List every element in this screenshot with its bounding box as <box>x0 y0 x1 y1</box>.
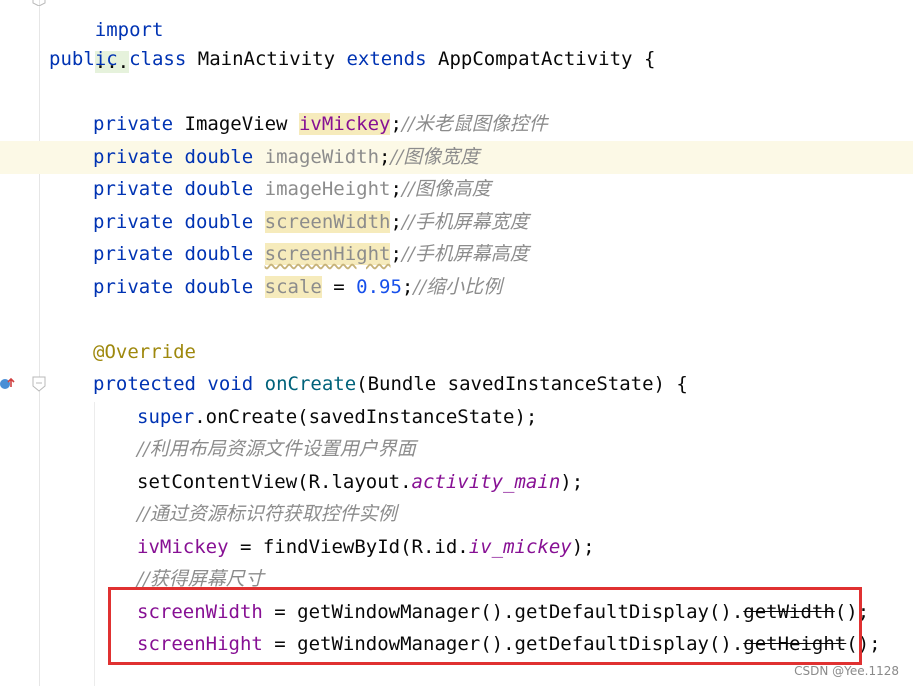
field-name: screenHight <box>264 243 391 265</box>
type: double <box>184 178 254 200</box>
code-line-field-imagewidth[interactable]: private double imageWidth;//图像宽度 <box>0 141 913 174</box>
modifier: private <box>93 178 174 200</box>
modifier: private <box>93 146 174 168</box>
code-line-field-imageheight[interactable]: private double imageHeight;//图像高度 <box>0 173 913 206</box>
modifier: private <box>93 211 174 233</box>
code-line-override[interactable]: @Override <box>0 336 913 369</box>
field-ref: ivMickey <box>137 536 229 558</box>
call: findViewById(R.id. <box>262 536 469 558</box>
comment: //手机屏幕高度 <box>401 243 529 265</box>
code-line-class-declaration[interactable]: public class MainActivity extends AppCom… <box>0 43 913 76</box>
modifier: private <box>93 243 174 265</box>
semicolon: ; <box>390 243 402 265</box>
semicolon: ; <box>390 178 402 200</box>
watermark: CSDN @Yee.1128 <box>794 664 899 678</box>
code-line-import[interactable]: import ... <box>0 0 913 73</box>
call-end: ); <box>560 471 584 493</box>
comment: //手机屏幕宽度 <box>401 211 529 233</box>
code-line-comment[interactable]: //利用布局资源文件设置用户界面 <box>0 433 913 466</box>
call: .onCreate(savedInstanceState); <box>194 406 538 428</box>
type: ImageView <box>184 113 288 135</box>
unused-field-name: imageHeight <box>264 178 391 200</box>
comment: //图像宽度 <box>390 146 480 168</box>
comment: //图像高度 <box>401 178 491 200</box>
keyword: import <box>94 18 164 41</box>
unused-field-name: imageWidth <box>264 146 380 168</box>
modifier: private <box>93 113 174 135</box>
semicolon: ; <box>401 276 414 298</box>
type: double <box>184 211 254 233</box>
code-line-super-call[interactable]: super.onCreate(savedInstanceState); <box>0 401 913 434</box>
keyword-public: public <box>49 48 118 70</box>
type: double <box>184 146 254 168</box>
code-line-field-ivmickey[interactable]: private ImageView ivMickey;//米老鼠图像控件 <box>0 108 913 141</box>
semicolon: ; <box>390 211 402 233</box>
field-name: screenWidth <box>264 211 391 233</box>
field-name: ivMickey <box>298 113 391 135</box>
assignment: = <box>321 276 357 298</box>
code-line-field-screenhight[interactable]: private double screenHight;//手机屏幕高度 <box>0 238 913 271</box>
call-end: ); <box>571 536 595 558</box>
code-line-field-scale[interactable]: private double scale = 0.95;//缩小比例 <box>0 271 913 304</box>
comment: //缩小比例 <box>413 276 503 298</box>
field-name: scale <box>264 276 322 298</box>
comment: //利用布局资源文件设置用户界面 <box>137 438 416 460</box>
annotation: @Override <box>93 341 196 363</box>
resource-id: iv_mickey <box>468 536 572 558</box>
keyword-super: super <box>137 406 195 428</box>
comment: //米老鼠图像控件 <box>401 113 548 135</box>
class-name: MainActivity <box>197 48 336 70</box>
semicolon: ; <box>390 113 402 135</box>
parent-class: AppCompatActivity <box>438 48 633 70</box>
code-line-field-screenwidth[interactable]: private double screenWidth;//手机屏幕宽度 <box>0 206 913 239</box>
method-name: onCreate <box>264 373 357 395</box>
code-line-comment[interactable]: //通过资源标识符获取控件实例 <box>0 498 913 531</box>
open-brace: { <box>643 48 656 70</box>
parameters: (Bundle savedInstanceState) { <box>356 373 688 395</box>
modifier: protected <box>93 373 196 395</box>
call: setContentView(R.layout. <box>137 471 412 493</box>
resource-id: activity_main <box>411 471 561 493</box>
modifier: private <box>93 276 174 298</box>
code-line-set-content-view[interactable]: setContentView(R.layout.activity_main); <box>0 466 913 499</box>
number-literal: 0.95 <box>356 276 402 298</box>
semicolon: ; <box>379 146 391 168</box>
assignment: = <box>228 536 263 558</box>
comment: //通过资源标识符获取控件实例 <box>137 503 397 525</box>
keyword-class: class <box>129 48 187 70</box>
highlight-box <box>108 587 862 665</box>
keyword-extends: extends <box>346 48 427 70</box>
code-line-find-view[interactable]: ivMickey = findViewById(R.id.iv_mickey); <box>0 531 913 564</box>
code-line-oncreate[interactable]: protected void onCreate(Bundle savedInst… <box>0 368 913 401</box>
type: double <box>184 276 254 298</box>
return-type: void <box>207 373 254 395</box>
type: double <box>184 243 254 265</box>
